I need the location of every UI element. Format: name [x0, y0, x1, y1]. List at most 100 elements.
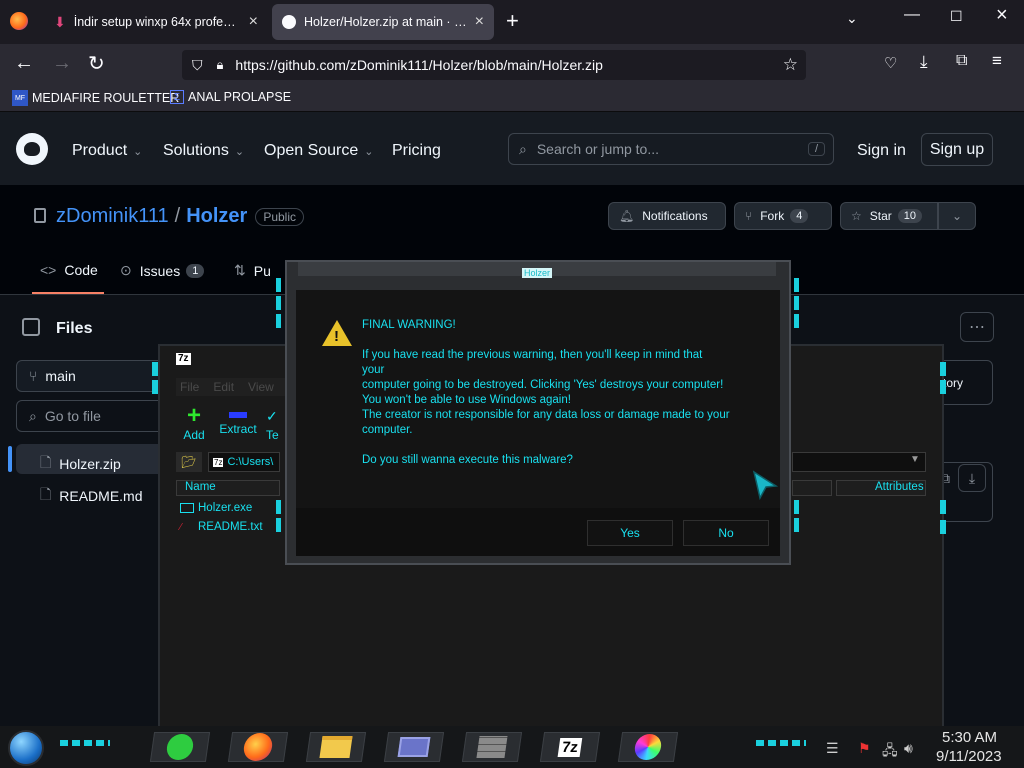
branch-select[interactable]: ⑂ main — [16, 360, 166, 392]
add-button[interactable]: + Add — [180, 402, 208, 443]
chevron-down-icon: ⌄ — [364, 145, 374, 158]
star-button[interactable]: ☆ Star 10 — [840, 202, 938, 230]
path-dropdown-icon[interactable]: ▼ — [910, 454, 920, 465]
star-dropdown-button[interactable]: ⌄ — [938, 202, 976, 230]
column-header-blank[interactable] — [792, 480, 832, 496]
tab-pull-requests[interactable]: ⇅ Pu — [234, 262, 271, 279]
github-logo-icon[interactable] — [16, 133, 48, 165]
firefox-taskbar-button[interactable] — [227, 732, 289, 762]
notifications-button[interactable]: 🔔︎ Notifications — [608, 202, 726, 230]
list-item[interactable]: ⁄ README.txt — [180, 521, 263, 533]
sevenzip-menubar: File Edit View — [176, 378, 286, 396]
close-window-button[interactable]: × — [996, 4, 1008, 27]
notes-app-button[interactable] — [149, 732, 211, 762]
repo-name-link[interactable]: Holzer — [186, 205, 247, 228]
path-text: C:\Users\ — [227, 456, 274, 468]
frame-accent-right — [940, 362, 946, 376]
go-to-file-input[interactable]: ⌕ Go to file — [16, 400, 166, 432]
list-tabs-chevron-icon[interactable]: ⌄ — [846, 10, 858, 27]
file-explorer-button[interactable] — [305, 732, 367, 762]
path-input-right[interactable] — [792, 452, 926, 472]
firewall-button[interactable] — [461, 732, 523, 762]
color-app-button[interactable] — [617, 732, 679, 762]
sevenzip-taskbar-button[interactable]: 7z — [539, 732, 601, 762]
download-raw-icon[interactable]: ⤓ — [958, 464, 986, 492]
reload-icon[interactable]: ↻ — [88, 51, 105, 76]
branch-label: main — [45, 368, 76, 384]
volume-icon[interactable]: 🔊︎ — [904, 740, 913, 757]
frame-accent-right — [940, 520, 946, 534]
network-icon[interactable]: 🖧︎ — [882, 740, 898, 764]
pocket-icon[interactable]: ♡ — [884, 54, 897, 72]
maximize-button[interactable]: ☐ — [950, 8, 963, 25]
back-arrow-icon[interactable]: ← — [14, 52, 34, 75]
file-holzer-zip[interactable]: 🗋 Holzer.zip — [40, 452, 121, 476]
menu-edit[interactable]: Edit — [213, 380, 234, 394]
forward-arrow-icon[interactable]: → — [52, 52, 72, 75]
fork-count: 4 — [790, 209, 809, 223]
repo-owner-link[interactable]: zDominik111 — [56, 205, 169, 228]
menu-view[interactable]: View — [248, 380, 274, 394]
nav-solutions[interactable]: Solutions ⌄ — [163, 142, 244, 160]
control-panel-button[interactable] — [383, 732, 445, 762]
clock-date[interactable]: 9/11/2023 — [936, 748, 1002, 765]
fork-button[interactable]: ⑂ Fork 4 — [734, 202, 832, 230]
dialog-accent-right — [794, 518, 799, 532]
nav-open-source[interactable]: Open Source ⌄ — [264, 142, 374, 160]
bookmark-anal-prolapse[interactable]: Σ ANAL PROLAPSE — [170, 90, 291, 104]
extensions-icon[interactable]: ⧉ — [956, 52, 967, 70]
column-header-name[interactable]: Name — [176, 480, 280, 496]
plus-icon: + — [186, 402, 201, 429]
tracking-shield-icon[interactable]: ⛉ — [192, 57, 203, 74]
repo-breadcrumb: zDominik111 / Holzer Public — [56, 205, 305, 228]
nav-pricing[interactable]: Pricing — [392, 142, 441, 160]
list-item[interactable]: Holzer.exe — [180, 502, 252, 514]
fork-icon: ⑂ — [745, 209, 753, 223]
firefox-icon[interactable] — [10, 12, 28, 30]
lock-icon[interactable]: 🔒︎ — [217, 57, 224, 73]
tab-code[interactable]: <> Code — [40, 262, 98, 278]
menu-hamburger-icon[interactable]: ≡ — [992, 51, 1002, 71]
test-label: Te — [266, 428, 279, 442]
clock-time[interactable]: 5:30 AM — [942, 729, 997, 746]
new-tab-button[interactable]: + — [506, 8, 519, 34]
tab-issues[interactable]: ⊙ Issues 1 — [120, 262, 205, 279]
more-options-button[interactable]: ⋯ — [960, 312, 994, 342]
dialog-accent-left — [276, 518, 281, 532]
close-tab-icon[interactable]: × — [249, 13, 258, 31]
close-tab-icon[interactable]: × — [475, 13, 484, 31]
bookmark-star-icon[interactable]: ☆ — [783, 55, 798, 75]
dialog-accent-right — [794, 314, 799, 328]
path-input[interactable]: 7z C:\Users\ — [208, 452, 280, 472]
issue-icon: ⊙ — [120, 262, 132, 278]
menu-file[interactable]: File — [180, 380, 199, 394]
sevenzip-title-icon: 7z — [176, 353, 191, 365]
collapse-sidebar-icon[interactable] — [22, 318, 40, 336]
bookmark-mediafire[interactable]: MF MEDIAFIRE ROULETTER — [12, 90, 179, 106]
sign-in-link[interactable]: Sign in — [857, 142, 906, 160]
url-text[interactable]: https://github.com/zDominik111/Holzer/bl… — [235, 57, 603, 73]
tab-label: Issues — [139, 262, 181, 279]
start-orb-icon[interactable] — [8, 730, 44, 766]
extract-icon — [229, 412, 247, 418]
url-bar[interactable]: ⛉ 🔒︎ https://github.com/zDominik111/Holz… — [182, 50, 806, 80]
tab-github-holzer[interactable]: Holzer/Holzer.zip at main · zDominik111/… — [272, 4, 494, 40]
show-hidden-icons[interactable]: ☰ — [826, 740, 839, 757]
yes-button[interactable]: Yes — [587, 520, 673, 546]
frame-accent-left — [152, 380, 158, 394]
dialog-line: computer going to be destroyed. Clicking… — [362, 379, 724, 391]
tab-indir-setup[interactable]: ⬇ İndir setup winxp 64x professional × — [44, 4, 268, 40]
extract-button[interactable]: Extract — [218, 404, 258, 436]
file-readme-md[interactable]: 🗋 README.md — [40, 484, 143, 508]
no-button[interactable]: No — [683, 520, 769, 546]
sign-up-button[interactable]: Sign up — [921, 133, 993, 166]
search-input[interactable]: ⌕ Search or jump to... / — [508, 133, 834, 165]
dialog-accent-left — [276, 278, 281, 292]
test-button[interactable]: ✓ Te — [266, 404, 280, 442]
security-flag-icon[interactable]: ⚑ — [858, 740, 871, 757]
nav-product[interactable]: Product ⌄ — [72, 142, 142, 160]
folder-up-icon[interactable]: 📂︎ — [176, 452, 202, 472]
column-header-attributes[interactable]: Attributes — [836, 480, 926, 496]
minimize-button[interactable]: — — [904, 6, 920, 24]
downloads-icon[interactable]: ⤓ — [920, 52, 928, 72]
